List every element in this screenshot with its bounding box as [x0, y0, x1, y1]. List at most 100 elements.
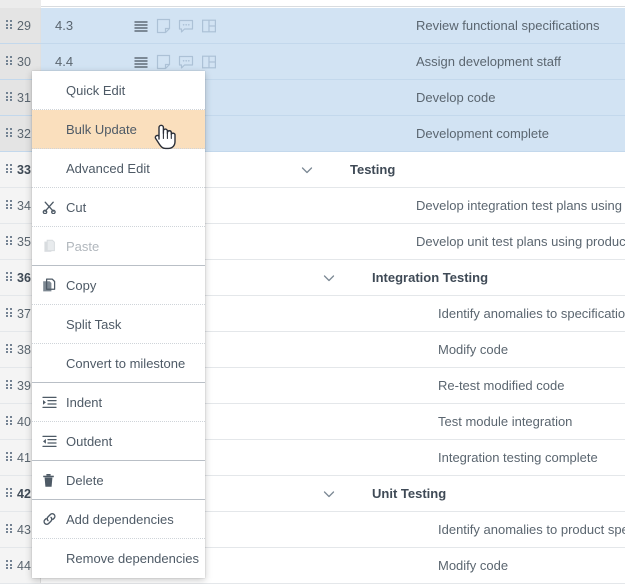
drag-handle-icon[interactable]	[6, 200, 13, 211]
menu-item-label: Quick Edit	[66, 82, 126, 98]
chevron-down-icon[interactable]	[322, 271, 336, 285]
note-icon[interactable]	[156, 54, 171, 70]
row-number: 38	[17, 342, 32, 357]
menu-item-delete[interactable]: Delete	[32, 461, 205, 500]
drag-handle-icon[interactable]	[6, 128, 13, 139]
menu-item-add-dependencies[interactable]: Add dependencies	[32, 500, 205, 539]
table-row[interactable]: 29 4.3 Review functional specifications	[0, 8, 625, 44]
task-name-cell[interactable]: Develop integration test plans using pro…	[416, 188, 625, 223]
task-name-cell[interactable]: Develop unit test plans using product sp…	[416, 224, 625, 259]
drag-handle-icon[interactable]	[6, 488, 13, 499]
drag-handle-icon[interactable]	[6, 56, 13, 67]
grid-icon[interactable]	[201, 18, 217, 34]
task-name-cell[interactable]: Develop code	[416, 80, 496, 115]
gutter-top-cap	[0, 0, 41, 8]
drag-handle-icon[interactable]	[6, 308, 13, 319]
trash-icon	[42, 473, 64, 488]
menu-item-convert-to-milestone[interactable]: Convert to milestone	[32, 344, 205, 383]
menu-item-label: Indent	[66, 394, 103, 410]
menu-item-outdent[interactable]: Outdent	[32, 422, 205, 461]
menu-item-label: Outdent	[66, 433, 113, 449]
row-number: 44	[17, 558, 32, 573]
grid-top-strip	[0, 0, 625, 8]
drag-handle-icon[interactable]	[6, 524, 13, 535]
task-name-cell[interactable]: Test module integration	[438, 404, 572, 439]
expand-collapse-chevron[interactable]	[300, 152, 314, 187]
list-icon[interactable]	[133, 55, 149, 69]
row-number: 30	[17, 54, 32, 69]
drag-handle-icon[interactable]	[6, 20, 13, 31]
trash-icon[interactable]	[42, 473, 55, 488]
menu-item-label: Delete	[66, 472, 104, 488]
task-name-cell[interactable]: Modify code	[438, 548, 508, 583]
drag-handle-icon[interactable]	[6, 272, 13, 283]
row-number: 34	[17, 198, 32, 213]
menu-item-label: Bulk Update	[66, 121, 137, 137]
menu-item-label: Remove dependencies	[66, 551, 199, 566]
copy-icon	[42, 277, 64, 293]
chevron-down-icon[interactable]	[300, 163, 314, 177]
task-name-cell[interactable]: Unit Testing	[372, 476, 446, 511]
drag-handle-icon[interactable]	[6, 452, 13, 463]
menu-item-advanced-edit[interactable]: Advanced Edit	[32, 149, 205, 188]
drag-handle-icon[interactable]	[6, 344, 13, 355]
drag-handle-icon[interactable]	[6, 236, 13, 247]
task-name-cell[interactable]: Modify code	[438, 332, 508, 367]
row-number: 40	[17, 414, 32, 429]
drag-handle-icon[interactable]	[6, 380, 13, 391]
grid-icon[interactable]	[201, 54, 217, 70]
scissors-icon[interactable]	[42, 200, 56, 214]
list-icon[interactable]	[133, 19, 149, 33]
menu-item-indent[interactable]: Indent	[32, 383, 205, 422]
outdent-icon	[42, 435, 64, 448]
task-name-cell[interactable]: Identify anomalies to specifications	[438, 296, 625, 331]
row-number: 41	[17, 450, 32, 465]
row-number: 35	[17, 234, 32, 249]
link-icon	[42, 512, 64, 526]
drag-handle-icon[interactable]	[6, 560, 13, 571]
comment-icon[interactable]	[178, 18, 194, 34]
menu-item-label: Split Task	[66, 316, 122, 332]
indent-icon[interactable]	[42, 396, 57, 409]
menu-item-paste: Paste	[32, 227, 205, 266]
drag-handle-icon[interactable]	[6, 416, 13, 427]
wbs-cell[interactable]: 4.3	[55, 8, 73, 43]
menu-item-label: Add dependencies	[66, 511, 174, 527]
outdent-icon[interactable]	[42, 435, 57, 448]
expand-collapse-chevron[interactable]	[322, 476, 336, 511]
menu-item-bulk-update[interactable]: Bulk Update	[32, 110, 205, 149]
task-name-cell[interactable]: Review functional specifications	[416, 8, 600, 43]
menu-item-remove-dependencies[interactable]: Remove dependencies	[32, 539, 205, 578]
context-menu[interactable]: Quick Edit Bulk Update Advanced Edit Cut Pas…	[32, 71, 205, 578]
task-name-cell[interactable]: Assign development staff	[416, 44, 561, 79]
copy-icon[interactable]	[42, 277, 56, 293]
menu-item-label: Copy	[66, 277, 97, 293]
task-name-cell[interactable]: Re-test modified code	[438, 368, 564, 403]
task-name-cell[interactable]: Integration Testing	[372, 260, 488, 295]
task-name-cell[interactable]: Identify anomalies to product specificat…	[438, 512, 625, 547]
task-name-cell[interactable]: Development complete	[416, 116, 549, 151]
menu-item-copy[interactable]: Copy	[32, 266, 205, 305]
link-icon[interactable]	[42, 512, 57, 526]
row-number: 36	[17, 270, 32, 285]
drag-handle-icon[interactable]	[6, 164, 13, 175]
indent-icon	[42, 396, 64, 409]
menu-item-quick-edit[interactable]: Quick Edit	[32, 71, 205, 110]
menu-item-cut[interactable]: Cut	[32, 188, 205, 227]
task-name-cell[interactable]: Testing	[350, 152, 395, 187]
chevron-down-icon[interactable]	[322, 487, 336, 501]
expand-collapse-chevron[interactable]	[322, 260, 336, 295]
note-icon[interactable]	[156, 18, 171, 34]
row-number: 29	[17, 18, 32, 33]
task-name-cell[interactable]: Integration testing complete	[438, 440, 598, 475]
row-gutter[interactable]: 29	[0, 8, 41, 43]
menu-item-split-task[interactable]: Split Task	[32, 305, 205, 344]
comment-icon[interactable]	[178, 54, 194, 70]
drag-handle-icon[interactable]	[6, 92, 13, 103]
paste-icon[interactable]	[42, 239, 56, 254]
row-number: 39	[17, 378, 32, 393]
grid-top-rule	[41, 6, 625, 7]
indicator-icons	[133, 8, 217, 43]
paste-icon	[42, 239, 64, 254]
row-number: 33	[17, 162, 32, 177]
